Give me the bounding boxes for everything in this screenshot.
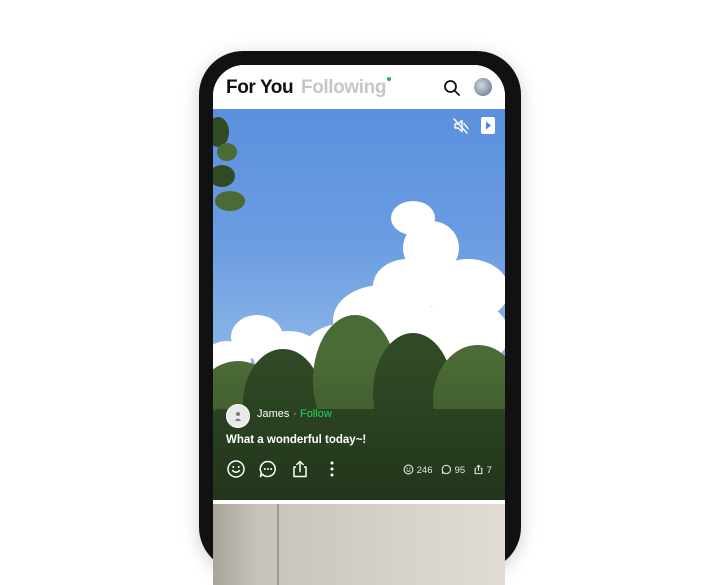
tree-branch <box>213 165 235 187</box>
user-silhouette-icon <box>235 412 241 421</box>
comments-stat: 95 <box>441 464 465 476</box>
speaker-muted-icon <box>453 118 469 134</box>
play-button[interactable] <box>481 117 495 134</box>
mute-button[interactable] <box>452 117 470 135</box>
reactions-stat: 246 <box>403 464 433 476</box>
separator-dot: · <box>293 408 297 420</box>
tab-for-you[interactable]: For You <box>226 77 294 99</box>
tree-branch <box>215 191 245 211</box>
follow-button[interactable]: Follow <box>300 408 332 420</box>
top-bar: For You Following <box>213 65 505 109</box>
wall-edge <box>277 504 279 585</box>
next-video-preview[interactable] <box>213 504 505 585</box>
reactions-count: 246 <box>416 465 433 476</box>
phone-frame: For You Following James · Follow What a … <box>199 51 521 585</box>
comment-icon <box>441 464 451 475</box>
share-icon <box>474 464 483 475</box>
search-button[interactable] <box>442 78 462 98</box>
phone-screen: For You Following James · Follow What a … <box>213 65 505 585</box>
comment-button[interactable] <box>258 459 278 479</box>
author-avatar[interactable] <box>226 404 250 428</box>
shares-count: 7 <box>486 465 492 476</box>
tab-following[interactable]: Following <box>301 77 386 99</box>
author-name[interactable]: James <box>257 408 289 420</box>
react-button[interactable] <box>226 459 246 479</box>
smile-icon <box>403 464 414 475</box>
share-icon <box>293 460 307 478</box>
smile-icon <box>227 460 245 478</box>
play-icon <box>481 117 495 134</box>
video-player[interactable]: James · Follow What a wonderful today~! <box>213 109 505 500</box>
more-button[interactable] <box>322 459 342 479</box>
video-caption: What a wonderful today~! <box>226 434 367 446</box>
tree-branch <box>217 143 237 161</box>
comment-icon <box>259 460 276 478</box>
search-icon <box>444 80 460 96</box>
new-content-dot <box>387 77 391 81</box>
shares-stat: 7 <box>473 464 492 476</box>
more-icon <box>330 461 334 477</box>
comments-count: 95 <box>454 465 466 476</box>
share-button[interactable] <box>290 459 310 479</box>
profile-avatar[interactable] <box>474 78 492 96</box>
video-shade <box>213 359 505 500</box>
